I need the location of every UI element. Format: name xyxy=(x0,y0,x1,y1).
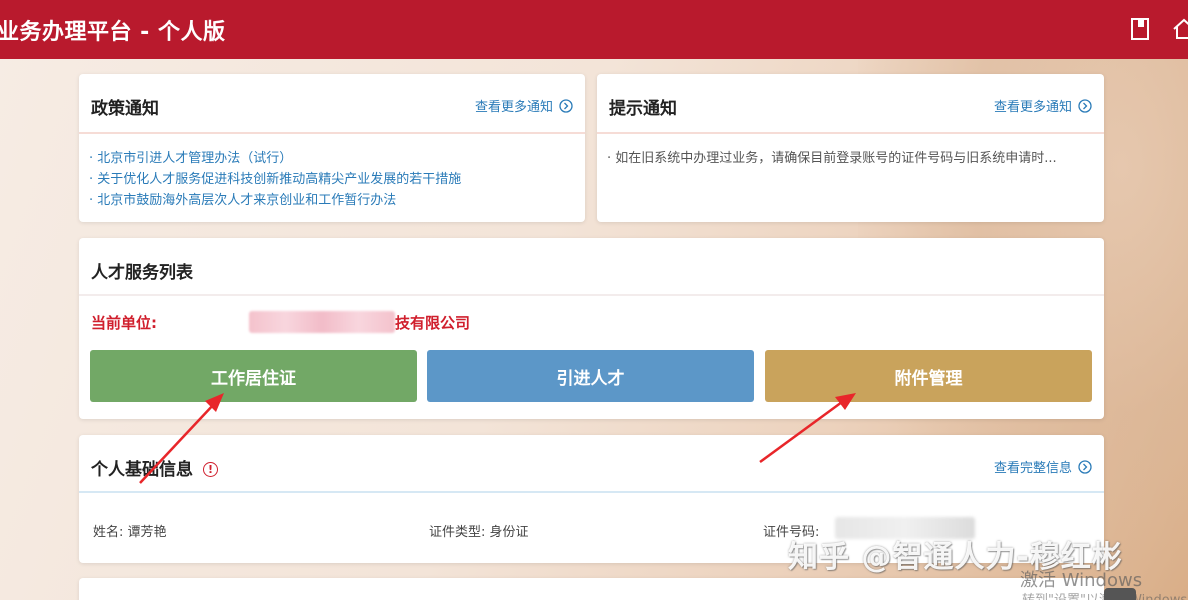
policy-more-label[interactable]: 查看更多通知 xyxy=(475,96,553,115)
app-title: 业务办理平台 - 个人版 xyxy=(0,20,226,45)
warning-icon: ! xyxy=(203,462,218,477)
name-field: 姓名: 谭芳艳 xyxy=(93,521,167,540)
tip-more-label[interactable]: 查看更多通知 xyxy=(994,96,1072,115)
attachment-management-button[interactable]: 附件管理 xyxy=(765,350,1092,402)
current-unit-suffix: 技有限公司 xyxy=(395,314,471,332)
talent-introduction-label[interactable]: 引进人才 xyxy=(557,364,625,389)
talent-service-header: 人才服务列表 xyxy=(79,238,1104,296)
top-header: 业务办理平台 - 个人版 xyxy=(0,0,1188,59)
policy-item[interactable]: · 北京市引进人才管理办法（试行） xyxy=(89,148,575,169)
circle-arrow-icon xyxy=(1078,459,1092,474)
personal-info-title: 个人基础信息! xyxy=(91,455,218,480)
policy-notice-card: 政策通知 查看更多通知 · 北京市引进人才管理办法（试行） · 关于优化人才服务… xyxy=(79,74,585,222)
personal-info-header: 个人基础信息! 查看完整信息 xyxy=(79,435,1104,493)
id-type-field: 证件类型: 身份证 xyxy=(429,521,529,540)
full-info-link[interactable]: 查看完整信息 xyxy=(994,457,1092,476)
unit-name-redacted xyxy=(249,311,395,333)
circle-arrow-icon xyxy=(559,98,573,113)
policy-list: · 北京市引进人才管理办法（试行） · 关于优化人才服务促进科技创新推动高精尖产… xyxy=(79,134,585,211)
circle-arrow-icon xyxy=(1078,98,1092,113)
attachment-management-label[interactable]: 附件管理 xyxy=(895,364,963,389)
id-type-value: 身份证 xyxy=(489,525,529,540)
tip-list: · 如在旧系统中办理过业务，请确保目前登录账号的证件号码与旧系统申请时... xyxy=(597,134,1104,169)
home-icon[interactable] xyxy=(1172,17,1188,45)
policy-more-link[interactable]: 查看更多通知 xyxy=(475,96,573,115)
name-label: 姓名: xyxy=(93,525,124,540)
book-icon[interactable] xyxy=(1130,17,1150,45)
tip-item[interactable]: · 如在旧系统中办理过业务，请确保目前登录账号的证件号码与旧系统申请时... xyxy=(607,148,1094,169)
name-value: 谭芳艳 xyxy=(127,525,167,540)
policy-item[interactable]: · 关于优化人才服务促进科技创新推动高精尖产业发展的若干措施 xyxy=(89,169,575,190)
talent-service-title: 人才服务列表 xyxy=(91,263,193,283)
talent-service-card: 人才服务列表 当前单位: 技有限公司 工作居住证 引进人才 附件管理 xyxy=(79,238,1104,419)
current-unit-label: 当前单位: xyxy=(91,314,157,332)
policy-notice-title: 政策通知 xyxy=(91,99,159,119)
talent-introduction-button[interactable]: 引进人才 xyxy=(427,350,754,402)
id-type-label: 证件类型: xyxy=(429,525,486,540)
tip-notice-card: 提示通知 查看更多通知 · 如在旧系统中办理过业务，请确保目前登录账号的证件号码… xyxy=(597,74,1104,222)
tip-more-link[interactable]: 查看更多通知 xyxy=(994,96,1092,115)
full-info-label[interactable]: 查看完整信息 xyxy=(994,457,1072,476)
policy-item[interactable]: · 北京市鼓励海外高层次人才来京创业和工作暂行办法 xyxy=(89,190,575,211)
personal-info-title-text: 个人基础信息 xyxy=(91,460,193,480)
tip-notice-title: 提示通知 xyxy=(609,99,677,119)
policy-notice-header: 政策通知 查看更多通知 xyxy=(79,74,585,134)
tip-notice-header: 提示通知 查看更多通知 xyxy=(597,74,1104,134)
scroll-indicator[interactable] xyxy=(1104,588,1136,600)
work-residence-permit-button[interactable]: 工作居住证 xyxy=(90,350,417,402)
next-section-card xyxy=(79,578,1104,600)
work-residence-permit-label[interactable]: 工作居住证 xyxy=(211,364,296,389)
